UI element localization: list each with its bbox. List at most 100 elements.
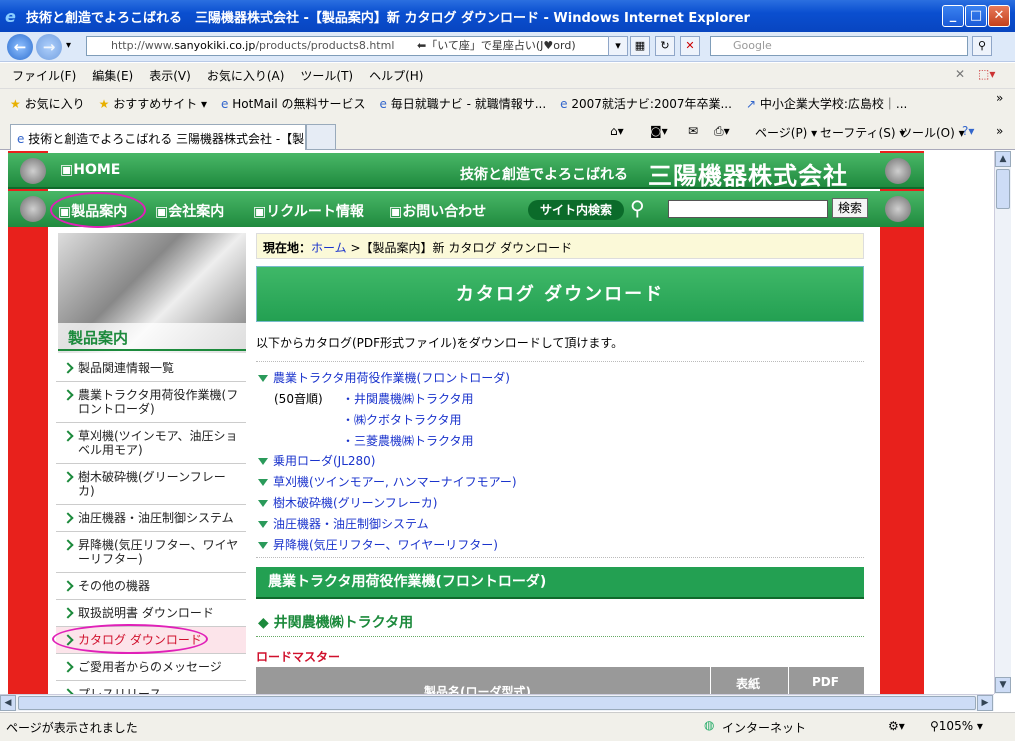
address-dropdown-icon[interactable]: ▾ bbox=[608, 36, 628, 56]
fav-item-2007navi[interactable]: e 2007就活ナビ:2007年卒業... bbox=[560, 95, 732, 112]
site-search-button[interactable]: 検索 bbox=[832, 198, 868, 218]
fav-item-recommended[interactable]: ★ おすすめサイト ▾ bbox=[99, 95, 207, 112]
favorites-button[interactable]: ★ お気に入り bbox=[10, 95, 85, 112]
horizontal-scrollbar[interactable]: ◀ ▶ bbox=[0, 694, 994, 711]
menu-file[interactable]: ファイル(F) bbox=[12, 67, 76, 84]
home-label: HOME bbox=[73, 162, 121, 178]
tab-label: 技術と創造でよろこばれる 三陽機器株式会社 -【製... bbox=[28, 132, 306, 146]
menu-tools[interactable]: ツール(T) bbox=[300, 67, 353, 84]
compat-icon[interactable]: ▦ bbox=[630, 36, 650, 56]
sidebar-item[interactable]: 製品関連情報一覧 bbox=[56, 355, 246, 382]
menu-view[interactable]: 表示(V) bbox=[149, 67, 191, 84]
link-label: 油圧機器・油圧制御システム bbox=[273, 517, 429, 531]
favorites-bar: ★ お気に入り ★ おすすめサイト ▾ e HotMail の無料サービス e … bbox=[0, 88, 1015, 118]
sidebar-item[interactable]: 昇降機(気圧リフター、ワイヤーリフター) bbox=[56, 532, 246, 573]
close-button[interactable]: ✕ bbox=[988, 5, 1010, 27]
sidebar-item[interactable]: その他の機器 bbox=[56, 573, 246, 600]
nav-company[interactable]: ▣会社案内 bbox=[155, 201, 224, 221]
protected-mode-icon[interactable]: ⚙▾ bbox=[888, 719, 905, 733]
feeds-icon[interactable]: ◙▾ bbox=[650, 124, 668, 138]
fav-item-hotmail[interactable]: e HotMail の無料サービス bbox=[221, 95, 365, 112]
menu-edit[interactable]: 編集(E) bbox=[92, 67, 133, 84]
sidebar-menu: 製品関連情報一覧 農業トラクタ用荷役作業機(フロントローダ) 草刈機(ツインモア… bbox=[56, 355, 246, 708]
catalog-link[interactable]: 油圧機器・油圧制御システム bbox=[258, 515, 429, 532]
triangle-icon bbox=[258, 375, 268, 382]
catalog-link[interactable]: 農業トラクタ用荷役作業機(フロントローダ) bbox=[258, 369, 510, 386]
window-titlebar: 技術と創造でよろこばれる 三陽機器株式会社 -【製品案内】新 カタログ ダウンロ… bbox=[0, 0, 1015, 32]
chevron-more-icon[interactable]: » bbox=[996, 124, 1003, 138]
star-plus-icon: ★ bbox=[98, 97, 110, 111]
scroll-left-icon[interactable]: ◀ bbox=[0, 695, 16, 711]
sublink-mitsubishi[interactable]: ・三菱農機㈱トラクタ用 bbox=[342, 432, 474, 449]
ie-logo-icon: e bbox=[5, 7, 16, 26]
page-menu[interactable]: ページ(P) ▾ bbox=[755, 124, 817, 141]
search-icon[interactable]: ⚲ bbox=[972, 36, 992, 56]
menu-favorites[interactable]: お気に入り(A) bbox=[207, 67, 285, 84]
new-tab-button[interactable] bbox=[306, 124, 336, 150]
back-icon[interactable]: ← bbox=[7, 34, 33, 60]
zoom-control[interactable]: ⚲105% ▾ bbox=[930, 719, 983, 733]
section-heading: 農業トラクタ用荷役作業機(フロントローダ) bbox=[256, 567, 864, 599]
minimize-button[interactable]: _ bbox=[942, 5, 964, 27]
scroll-up-icon[interactable]: ▲ bbox=[995, 151, 1011, 167]
fav-item-mainichi[interactable]: e 毎日就職ナビ - 就職情報サ... bbox=[380, 95, 547, 112]
chevron-more-icon[interactable]: » bbox=[996, 91, 1003, 105]
address-bar[interactable]: http://www.sanyokiki.co.jp/products/prod… bbox=[86, 36, 624, 56]
catalog-link[interactable]: 乗用ローダ(JL280) bbox=[258, 452, 376, 469]
globe-icon: ◍ bbox=[704, 718, 715, 732]
divider bbox=[256, 361, 864, 362]
catalog-link[interactable]: 昇降機(気圧リフター、ワイヤーリフター) bbox=[258, 536, 498, 553]
catalog-link[interactable]: 草刈機(ツインモアー, ハンマーナイフモアー) bbox=[258, 473, 517, 490]
fav-label: おすすめサイト ▾ bbox=[113, 97, 208, 111]
forward-icon[interactable]: → bbox=[36, 34, 62, 60]
th-cover: 表紙 bbox=[736, 677, 761, 691]
history-dropdown-icon[interactable]: ▾ bbox=[66, 40, 71, 51]
stop-icon[interactable]: ✕ bbox=[680, 36, 700, 56]
sidebar-item[interactable]: 油圧機器・油圧制御システム bbox=[56, 505, 246, 532]
safety-menu[interactable]: セーフティ(S) ▾ bbox=[820, 124, 905, 141]
home-icon[interactable]: ⌂▾ bbox=[610, 124, 624, 138]
search-input[interactable]: Google bbox=[710, 36, 968, 56]
product-series-label: ロードマスター bbox=[256, 650, 341, 664]
ie-page-icon: e bbox=[560, 97, 568, 111]
tools-menu[interactable]: ツール(O) ▾ bbox=[900, 124, 965, 141]
triangle-icon bbox=[258, 479, 268, 486]
close-bar-icon[interactable]: ✕ bbox=[955, 67, 965, 81]
translate-icon[interactable]: ⬚▾ bbox=[978, 67, 995, 81]
zone-label: インターネット bbox=[722, 721, 807, 735]
rivet-icon bbox=[20, 196, 46, 222]
sublink-iseki[interactable]: ・井関農機㈱トラクタ用 bbox=[342, 390, 474, 407]
scroll-thumb[interactable] bbox=[996, 169, 1010, 209]
scroll-right-icon[interactable]: ▶ bbox=[977, 695, 993, 711]
fav-label: 毎日就職ナビ - 就職情報サ... bbox=[390, 97, 547, 111]
menu-help[interactable]: ヘルプ(H) bbox=[369, 67, 423, 84]
mail-icon[interactable]: ✉ bbox=[688, 124, 698, 138]
nav-contact[interactable]: ▣お問い合わせ bbox=[389, 201, 486, 221]
print-icon[interactable]: ⎙▾ bbox=[714, 124, 730, 139]
magnifier-icon: ⚲ bbox=[630, 196, 645, 220]
nav-recruit[interactable]: ▣リクルート情報 bbox=[253, 201, 364, 221]
site-search-input[interactable] bbox=[668, 200, 828, 218]
home-link[interactable]: ▣HOME bbox=[60, 162, 120, 178]
site-tagline: 技術と創造でよろこばれる bbox=[460, 167, 628, 183]
maximize-button[interactable]: □ bbox=[965, 5, 987, 27]
ie-page-icon: e bbox=[17, 132, 25, 146]
sidebar-item[interactable]: 農業トラクタ用荷役作業機(フロントローダ) bbox=[56, 382, 246, 423]
sidebar-item[interactable]: 樹木破砕機(グリーンフレーカ) bbox=[56, 464, 246, 505]
subsection-divider bbox=[256, 636, 864, 637]
sidebar-item[interactable]: 草刈機(ツインモア、油圧ショベル用モア) bbox=[56, 423, 246, 464]
help-icon[interactable]: ?▾ bbox=[962, 124, 974, 138]
sublink-kubota[interactable]: ・㈱クボタトラクタ用 bbox=[342, 411, 462, 428]
crumb-home-link[interactable]: ホーム bbox=[311, 241, 347, 255]
nav-label: 会社案内 bbox=[168, 204, 225, 220]
fav-item-smrj[interactable]: ↗ 中小企業大学校:広島校｜... bbox=[746, 95, 907, 112]
tab-current[interactable]: e 技術と創造でよろこばれる 三陽機器株式会社 -【製... bbox=[10, 124, 306, 150]
refresh-icon[interactable]: ↻ bbox=[655, 36, 675, 56]
vertical-scrollbar[interactable]: ▲ ▼ bbox=[994, 151, 1011, 694]
hscroll-thumb[interactable] bbox=[18, 696, 976, 710]
catalog-link[interactable]: 樹木破砕機(グリーンフレーカ) bbox=[258, 494, 437, 511]
url-path: /products/products8.html bbox=[255, 39, 395, 52]
sidebar-item[interactable]: ご愛用者からのメッセージ bbox=[56, 654, 246, 681]
scroll-down-icon[interactable]: ▼ bbox=[995, 677, 1011, 693]
sidebar-item[interactable]: 取扱説明書 ダウンロード bbox=[56, 600, 246, 627]
